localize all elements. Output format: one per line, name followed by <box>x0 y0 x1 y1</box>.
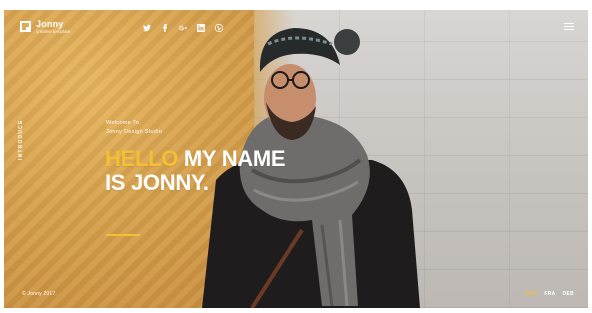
welcome-line-1: Welcome To <box>106 120 140 126</box>
welcome-text: Welcome To Jonny Design Studio <box>106 119 162 137</box>
social-links <box>142 23 223 32</box>
logo-mark-icon <box>20 21 31 32</box>
pinterest-icon[interactable] <box>214 23 223 32</box>
language-option-fra[interactable]: FRA <box>544 291 555 297</box>
twitter-icon[interactable] <box>142 23 151 32</box>
side-section-label: INTRODUCE <box>18 119 24 160</box>
top-navbar: Jonny creative template <box>4 10 588 48</box>
language-option-deb[interactable]: DEB <box>563 291 574 297</box>
brand-tagline: creative template <box>36 29 71 34</box>
accent-divider <box>106 234 140 236</box>
welcome-line-2: Jonny Design Studio <box>106 129 163 135</box>
hero-section: Jonny creative template INTRODUCE Welcom… <box>4 10 588 308</box>
logo-text: Jonny creative template <box>36 20 70 35</box>
hero-headline: HELLO MY NAME IS JONNY. <box>105 146 286 195</box>
copyright-text: © Jonny 2017. <box>22 291 57 297</box>
linkedin-icon[interactable] <box>196 23 205 32</box>
brand-logo[interactable]: Jonny creative template <box>20 20 70 35</box>
headline-highlight: HELLO <box>105 146 179 171</box>
language-switcher: ENG FRA DEB <box>526 291 574 297</box>
brand-name: Jonny <box>36 19 64 29</box>
hamburger-menu-icon[interactable] <box>564 23 574 31</box>
headline-part-2: IS JONNY. <box>105 170 209 195</box>
google-plus-icon[interactable] <box>178 23 187 32</box>
language-option-eng[interactable]: ENG <box>526 291 538 297</box>
facebook-icon[interactable] <box>160 23 169 32</box>
headline-part-1: MY NAME <box>178 146 286 171</box>
